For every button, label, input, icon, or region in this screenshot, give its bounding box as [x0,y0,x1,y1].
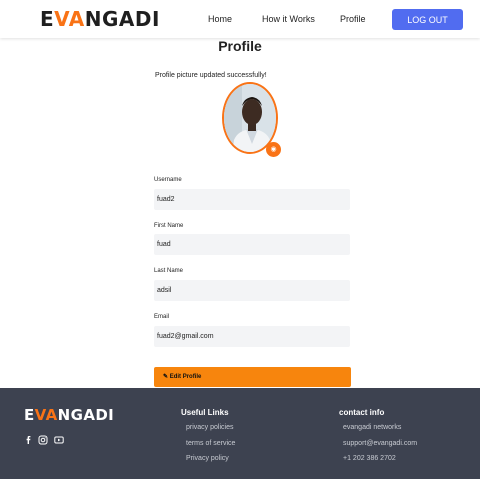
page-title: Profile [218,38,262,54]
facebook-icon[interactable] [24,435,34,445]
success-message: Profile picture updated successfully! [155,72,267,79]
useful-links-heading: Useful Links [181,408,229,417]
youtube-icon[interactable] [54,435,64,445]
last-name-label: Last Name [154,268,184,274]
first-name-field[interactable]: fuad [154,234,350,255]
footer-logo-left-text: E [24,406,35,424]
logo-left-text: E [40,7,55,31]
first-name-label: First Name [154,223,184,229]
edit-profile-button[interactable]: ✎ Edit Profile [154,367,351,387]
username-field[interactable]: fuad2 [154,189,350,210]
pencil-icon: ✎ [163,374,169,380]
site-footer: EVANGADI Useful Links privacy policies t… [0,388,480,479]
contact-company: evangadi networks [343,424,402,431]
footer-logo[interactable]: EVANGADI [24,406,114,424]
instagram-icon[interactable] [38,435,48,445]
footer-logo-right-text: NGADI [57,406,115,424]
camera-icon[interactable]: ◉ [266,142,281,157]
contact-phone[interactable]: +1 202 386 2702 [343,455,396,462]
footer-link-terms-of-service[interactable]: terms of service [186,440,235,447]
last-name-field[interactable]: adsil [154,280,350,301]
logout-button[interactable]: LOG OUT [392,9,463,30]
site-header: EVANGADI Home How it Works Profile LOG O… [0,0,480,38]
nav-link-home[interactable]: Home [208,14,232,24]
footer-link-privacy-policy[interactable]: Privacy policy [186,455,229,462]
footer-logo-mid-text: VA [34,406,58,424]
email-label: Email [154,314,170,320]
username-label: Username [154,177,182,183]
contact-email[interactable]: support@evangadi.com [343,440,417,447]
email-field[interactable]: fuad2@gmail.com [154,326,350,347]
logo-mid-text: VA [54,7,85,31]
logo-right-text: NGADI [84,7,160,31]
footer-link-privacy-policies[interactable]: privacy policies [186,424,233,431]
nav-link-profile[interactable]: Profile [340,14,366,24]
edit-profile-label: Edit Profile [169,374,202,380]
nav-link-how-it-works[interactable]: How it Works [262,14,315,24]
evangadi-logo[interactable]: EVANGADI [40,7,160,31]
contact-info-heading: contact info [339,408,385,417]
